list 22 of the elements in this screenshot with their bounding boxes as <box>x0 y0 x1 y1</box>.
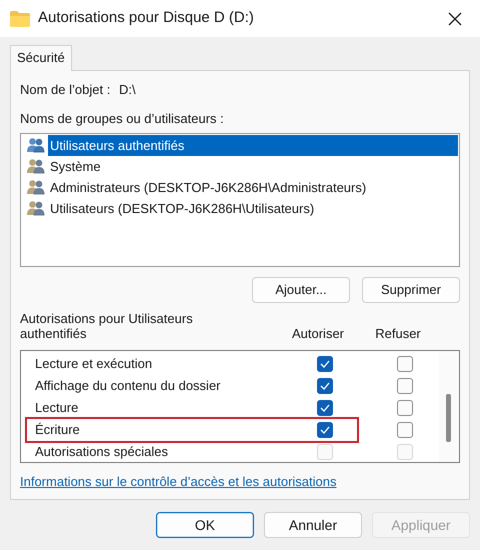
permissions-label: Autorisations pour Utilisateurs authentifiés <box>20 310 194 342</box>
permission-name: Lecture <box>34 398 80 417</box>
window-title: Autorisations pour Disque D (D:) <box>38 8 255 28</box>
column-header: Autoriser <box>290 326 346 342</box>
permission-name: Autorisations spéciales <box>34 442 169 461</box>
button[interactable]: Supprimer <box>362 276 460 302</box>
object-name-label: Nom de l’objet : <box>20 80 112 99</box>
list-item[interactable]: Administrateurs (DESKTOP-J6K286H\Administrateurs) <box>48 176 458 198</box>
button[interactable]: Annuler <box>264 512 362 538</box>
object-name-value: D:\ <box>119 80 136 98</box>
tab[interactable]: Sécurité <box>10 45 72 70</box>
permission-name: Écriture <box>34 420 81 439</box>
button[interactable]: Ajouter... <box>252 276 350 302</box>
help-link[interactable]: Informations sur le contrôle d’accès et les autorisations <box>20 472 460 492</box>
column-header: Refuser <box>374 326 422 342</box>
list-item[interactable]: Utilisateurs (DESKTOP-J6K286H\Utilisateurs) <box>48 198 458 218</box>
list-item[interactable]: Système <box>48 156 458 176</box>
permission-name: Lecture et exécution <box>34 354 154 373</box>
permission-name: Affichage du contenu du dossier <box>34 376 222 395</box>
button[interactable]: OK <box>156 512 254 538</box>
groups-label: Noms de groupes ou d’utilisateurs : <box>20 110 225 128</box>
list-item[interactable]: Utilisateurs authentifiés <box>48 134 458 156</box>
